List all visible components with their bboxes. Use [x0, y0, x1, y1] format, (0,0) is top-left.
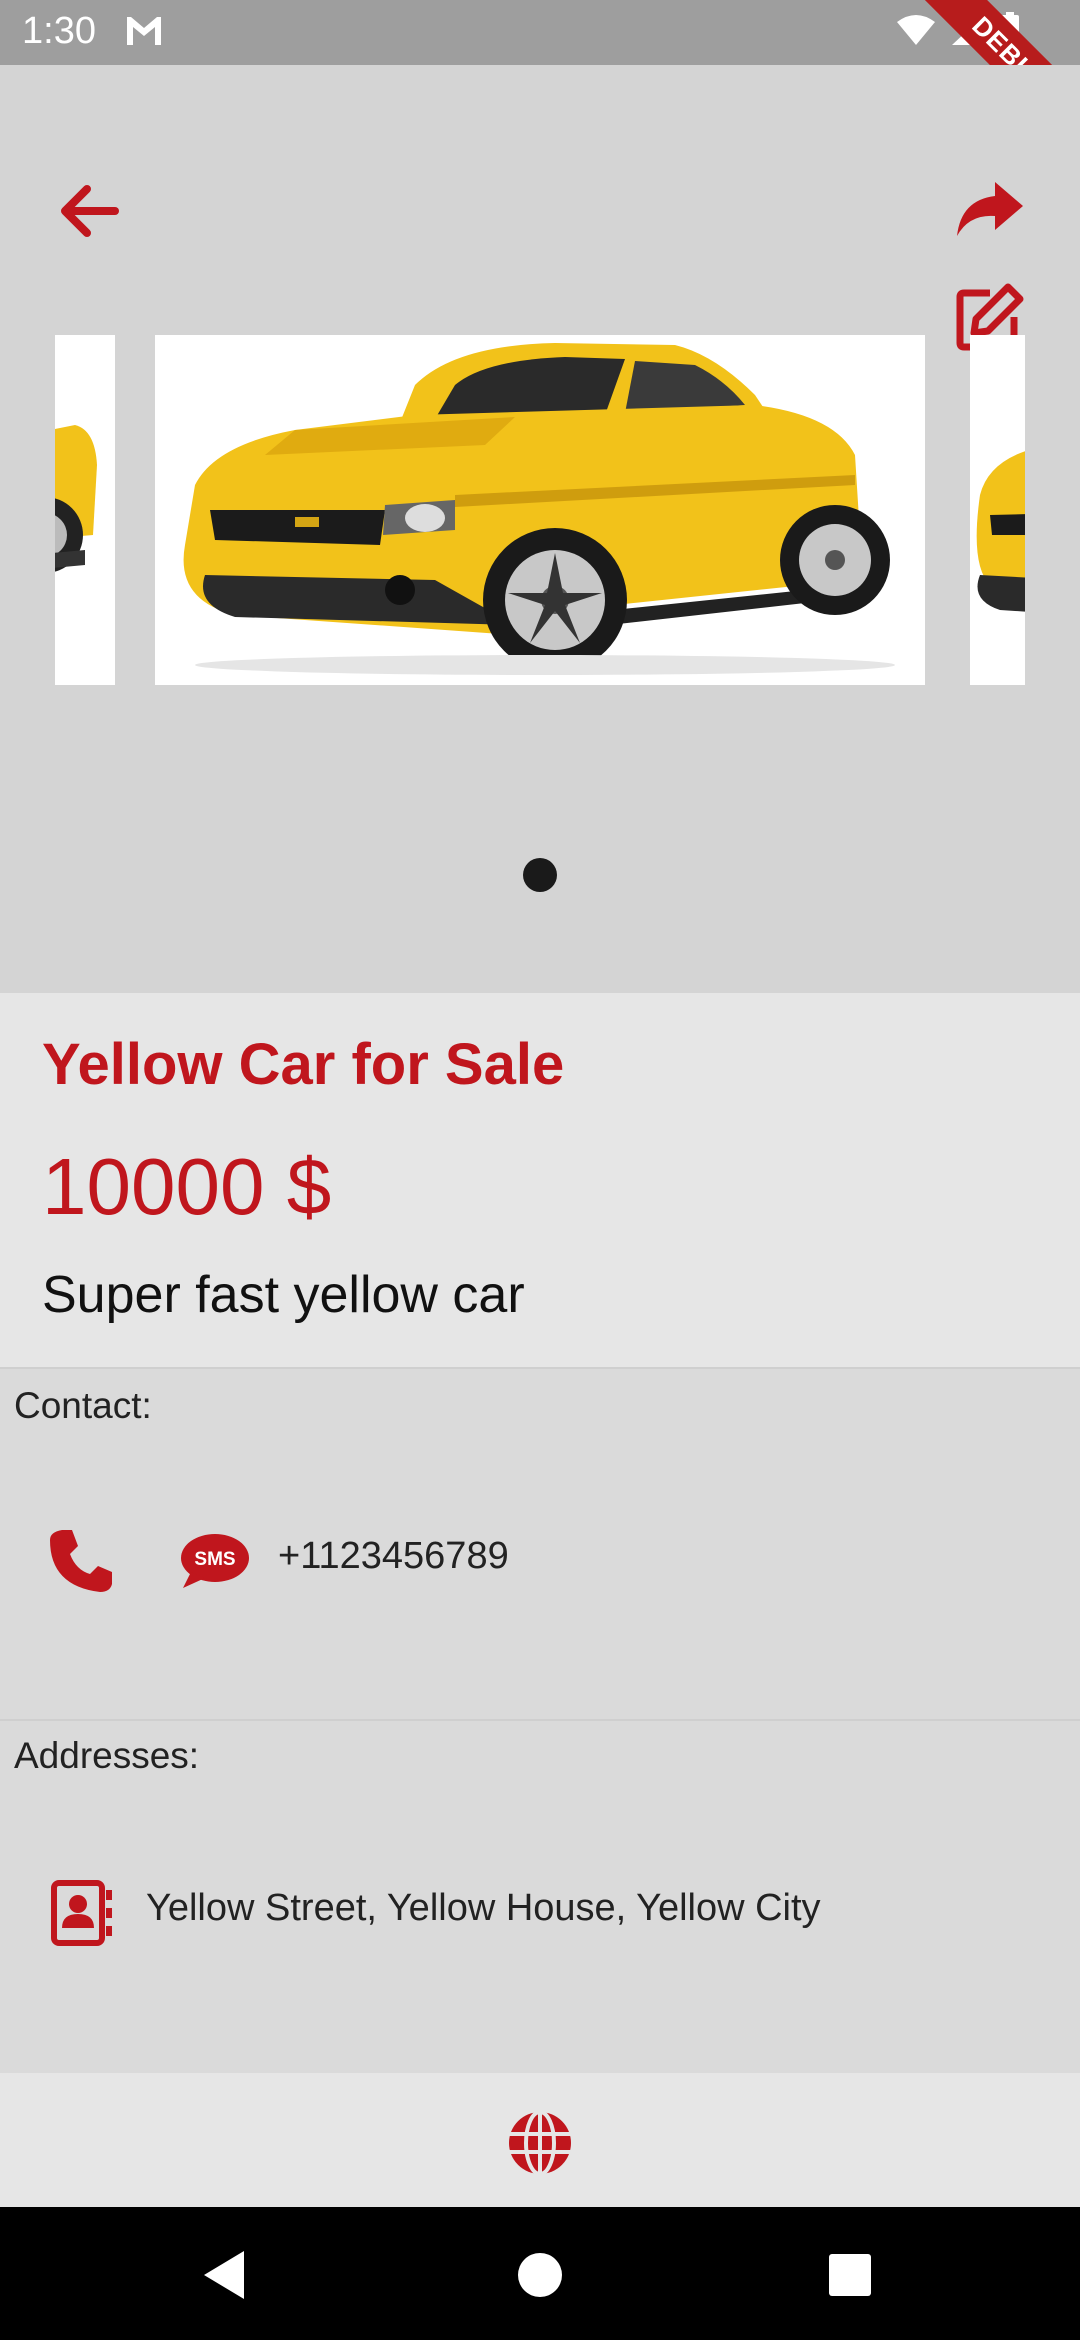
- carousel-slide-next[interactable]: [970, 335, 1025, 685]
- carousel-slide-current[interactable]: [155, 335, 925, 685]
- call-button[interactable]: [42, 1523, 118, 1599]
- status-bar: 1:30: [0, 0, 1080, 65]
- globe-icon: [509, 2110, 571, 2176]
- wifi-icon: [896, 13, 936, 52]
- system-navigation-bar: [0, 2207, 1080, 2340]
- addresses-section: Addresses: Yellow Street, Yellow House, …: [0, 1721, 1080, 2073]
- phone-icon: [50, 1530, 112, 1592]
- listing-info: Yellow Car for Sale 10000 $ Super fast y…: [0, 993, 1080, 1367]
- addresses-label: Addresses:: [14, 1735, 200, 1776]
- arrow-left-icon: [61, 185, 119, 237]
- image-carousel[interactable]: [55, 335, 1025, 685]
- footer-bar: [0, 2073, 1080, 2207]
- nav-recents-button[interactable]: [818, 2243, 882, 2307]
- listing-price: 10000 $: [42, 1142, 332, 1231]
- back-button[interactable]: [50, 173, 126, 249]
- sms-icon: SMS: [181, 1534, 249, 1588]
- svg-text:SMS: SMS: [194, 1549, 235, 1570]
- carousel-slide-previous[interactable]: [55, 335, 115, 685]
- car-image: [183, 343, 895, 675]
- nav-home-button[interactable]: [508, 2243, 572, 2307]
- contact-label: Contact:: [14, 1385, 152, 1426]
- share-icon: [957, 182, 1023, 236]
- square-recents-icon: [829, 2254, 871, 2296]
- carousel-page-indicator[interactable]: [523, 858, 557, 892]
- triangle-back-icon: [204, 2251, 244, 2299]
- address-book-icon: [44, 1875, 120, 1951]
- sms-button[interactable]: SMS: [176, 1523, 252, 1599]
- car-image: [55, 425, 97, 572]
- listing-description: Super fast yellow car: [42, 1266, 525, 1324]
- car-image: [976, 451, 1025, 612]
- circle-home-icon: [518, 2253, 562, 2297]
- share-button[interactable]: [950, 171, 1030, 247]
- address-row[interactable]: Yellow Street, Yellow House, Yellow City: [0, 1875, 1080, 1985]
- listing-title: Yellow Car for Sale: [42, 1032, 565, 1097]
- contact-section: Contact: SMS +1123456789: [0, 1369, 1080, 1719]
- contact-row: SMS +1123456789: [0, 1523, 1080, 1633]
- address-text: Yellow Street, Yellow House, Yellow City: [146, 1887, 821, 1929]
- website-button[interactable]: [502, 2105, 578, 2181]
- phone-number[interactable]: +1123456789: [278, 1535, 509, 1578]
- nav-back-button[interactable]: [192, 2243, 256, 2307]
- status-time: 1:30: [22, 10, 96, 52]
- image-gallery: [0, 65, 1080, 993]
- app-screen: 1:30 DEBUG Yellow Car for Sale 10000 $ S…: [0, 0, 1080, 2340]
- gmail-notification-icon: [124, 14, 164, 53]
